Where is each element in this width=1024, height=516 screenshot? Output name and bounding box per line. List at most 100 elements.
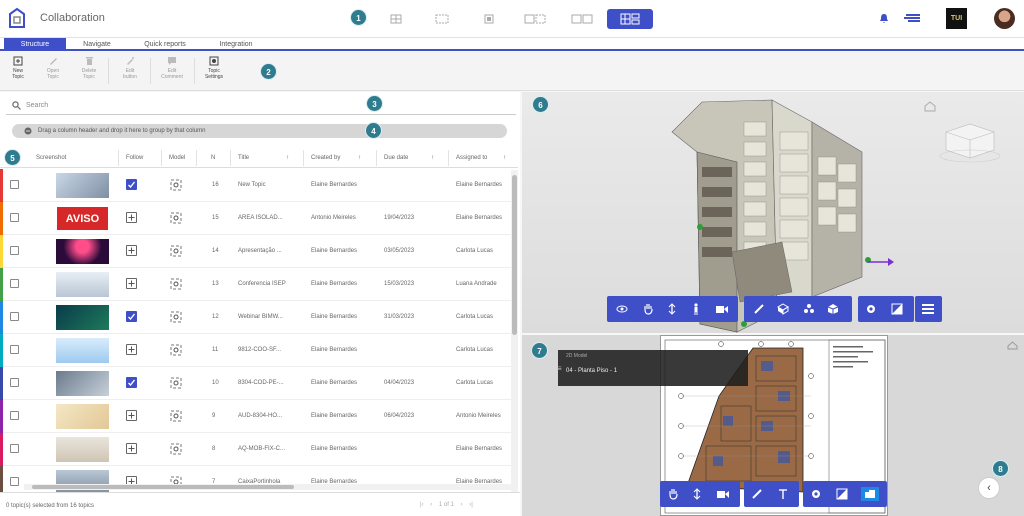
column-header-due-date[interactable]: Due date: [384, 155, 408, 161]
row-select-checkbox[interactable]: [10, 246, 19, 255]
topic-screenshot[interactable]: [56, 404, 109, 429]
prev-page-button[interactable]: ‹: [430, 502, 432, 508]
table-row[interactable]: 11 9812-COO-SF... Elaine Bernardes Carlo…: [0, 334, 512, 367]
sort-up-icon[interactable]: ↑: [358, 155, 361, 161]
measure-icon[interactable]: [750, 487, 764, 501]
topics-icon[interactable]: [904, 13, 922, 23]
settings-icon[interactable]: [864, 302, 878, 316]
camera-icon[interactable]: [716, 487, 730, 501]
table-row[interactable]: 8 AQ-MOB-FIX-C... Elaine Bernardes Elain…: [0, 433, 512, 466]
topic-screenshot[interactable]: [56, 272, 109, 297]
column-header-n[interactable]: N: [211, 155, 215, 161]
layout-2d-button[interactable]: [475, 10, 503, 27]
layout-single-grid-button[interactable]: [382, 10, 410, 27]
table-row[interactable]: AVISO 15 AREA ISOLAD... Antonio Meireles…: [0, 202, 512, 235]
vertical-scrollbar-thumb[interactable]: [512, 175, 517, 335]
sort-up-icon[interactable]: ↑: [286, 155, 289, 161]
3d-viewer[interactable]: 6: [522, 92, 1024, 333]
table-row[interactable]: 16 New Topic Elaine Bernardes Elaine Ber…: [0, 169, 512, 202]
follow-toggle[interactable]: [126, 443, 137, 454]
project-badge[interactable]: TUI: [946, 8, 967, 29]
collapse-panel-button[interactable]: ‹: [978, 477, 1000, 499]
follow-toggle[interactable]: [126, 179, 137, 190]
table-row[interactable]: 12 Webinar BIMW... Elaine Bernardes 31/0…: [0, 301, 512, 334]
view-model-icon[interactable]: [170, 377, 182, 389]
topic-screenshot[interactable]: [56, 305, 109, 330]
last-page-button[interactable]: ›|: [469, 502, 473, 508]
column-header-title[interactable]: Title: [238, 155, 249, 161]
layout-grid-3d-button[interactable]: [521, 10, 549, 27]
layout-3d-button[interactable]: [428, 10, 456, 27]
open-topic-button[interactable]: Open Topic: [39, 56, 67, 80]
zoom-icon[interactable]: [665, 302, 679, 316]
row-select-checkbox[interactable]: [10, 279, 19, 288]
follow-toggle[interactable]: [126, 278, 137, 289]
fullscreen-icon[interactable]: [890, 302, 904, 316]
vertical-scrollbar[interactable]: [511, 170, 518, 500]
first-page-button[interactable]: |‹: [420, 502, 424, 508]
topic-screenshot[interactable]: AVISO: [56, 206, 109, 231]
topic-screenshot[interactable]: [56, 173, 109, 198]
explode-icon[interactable]: [802, 302, 816, 316]
view-model-icon[interactable]: [170, 344, 182, 356]
column-header-screenshot[interactable]: Screenshot: [36, 155, 66, 161]
row-select-checkbox[interactable]: [10, 411, 19, 420]
text-annotation-icon[interactable]: [776, 487, 790, 501]
section-box-icon[interactable]: [776, 302, 790, 316]
follow-toggle[interactable]: [126, 311, 137, 322]
new-topic-button[interactable]: New Topic: [4, 56, 32, 80]
camera-icon[interactable]: [715, 302, 729, 316]
follow-toggle[interactable]: [126, 377, 137, 388]
topic-screenshot[interactable]: [56, 371, 109, 396]
sort-up-icon[interactable]: ↑: [431, 155, 434, 161]
search-field[interactable]: Search: [6, 95, 516, 115]
group-by-bar[interactable]: Drag a column header and drop it here to…: [12, 124, 507, 138]
sheets-icon[interactable]: [861, 487, 879, 501]
orbit-icon[interactable]: [615, 302, 629, 316]
search-input[interactable]: Search: [26, 102, 48, 109]
walk-icon[interactable]: [689, 302, 703, 316]
home-view-icon[interactable]: [924, 101, 936, 112]
properties-icon[interactable]: [921, 302, 935, 316]
next-page-button[interactable]: ›: [461, 502, 463, 508]
bell-icon[interactable]: [879, 13, 889, 24]
user-avatar[interactable]: [994, 8, 1015, 29]
view-model-icon[interactable]: [170, 311, 182, 323]
tab-integration[interactable]: Integration: [204, 38, 268, 51]
table-row[interactable]: 14 Apresentação ... Elaine Bernardes 03/…: [0, 235, 512, 268]
settings-icon[interactable]: [809, 487, 823, 501]
row-select-checkbox[interactable]: [10, 180, 19, 189]
row-select-checkbox[interactable]: [10, 444, 19, 453]
model-browser-icon[interactable]: [826, 302, 840, 316]
tab-navigate[interactable]: Navigate: [66, 38, 128, 51]
view-model-icon[interactable]: [170, 278, 182, 290]
column-header-model[interactable]: Model: [169, 155, 185, 161]
app-logo[interactable]: [7, 7, 27, 30]
2d-viewer[interactable]: 7 ≡ 2D Model 04 - Planta Piso - 1 8 ‹: [522, 335, 1024, 516]
menu-icon[interactable]: ≡: [557, 364, 562, 373]
follow-toggle[interactable]: [126, 410, 137, 421]
pan-icon[interactable]: [666, 487, 680, 501]
edit-button[interactable]: Edit button: [116, 56, 144, 80]
view-model-icon[interactable]: [170, 443, 182, 455]
table-row[interactable]: 13 Conferencia ISEP Elaine Bernardes 15/…: [0, 268, 512, 301]
follow-toggle[interactable]: [126, 245, 137, 256]
follow-toggle[interactable]: [126, 344, 137, 355]
row-select-checkbox[interactable]: [10, 477, 19, 486]
topic-screenshot[interactable]: [56, 437, 109, 462]
horizontal-scrollbar-thumb[interactable]: [32, 485, 294, 489]
row-select-checkbox[interactable]: [10, 345, 19, 354]
column-header-follow[interactable]: Follow: [126, 155, 143, 161]
view-model-icon[interactable]: [170, 179, 182, 191]
view-model-icon[interactable]: [170, 212, 182, 224]
fullscreen-icon[interactable]: [835, 487, 849, 501]
zoom-icon[interactable]: [690, 487, 704, 501]
sort-up-icon[interactable]: ↑: [503, 155, 506, 161]
home-view-icon[interactable]: [1007, 341, 1018, 350]
tab-structure[interactable]: Structure: [4, 38, 66, 51]
edit-comment-button[interactable]: Edit Comment: [158, 56, 186, 80]
pan-icon[interactable]: [641, 302, 655, 316]
row-select-checkbox[interactable]: [10, 378, 19, 387]
delete-topic-button[interactable]: Delete Topic: [75, 56, 103, 80]
row-select-checkbox[interactable]: [10, 312, 19, 321]
